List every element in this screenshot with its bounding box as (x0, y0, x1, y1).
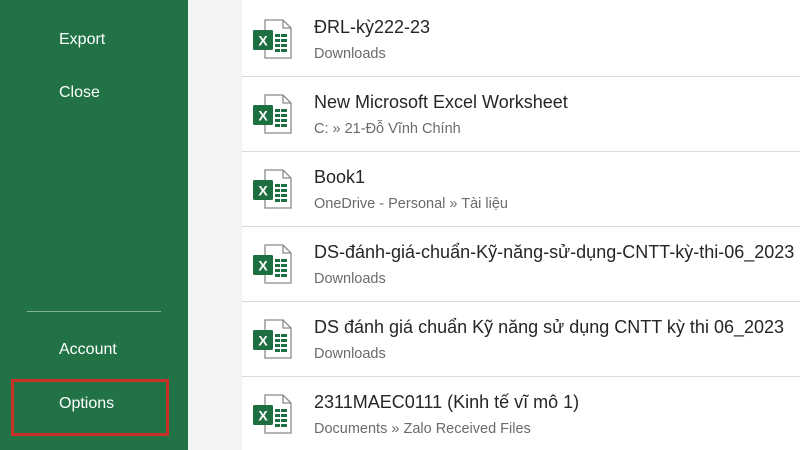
file-path: OneDrive - Personal » Tài liệu (314, 196, 508, 212)
excel-file-icon: X (253, 319, 292, 359)
file-path: Downloads (314, 46, 386, 62)
content-gutter (188, 0, 242, 450)
sidebar-divider (27, 311, 161, 312)
sidebar-item-options[interactable]: Options (0, 387, 188, 421)
file-name: DS-đánh-giá-chuẩn-Kỹ-năng-sử-dụng-CNTT-k… (314, 242, 795, 262)
file-row[interactable]: X 2311MAEC0111 (Kinh tế vĩ mô 1) Documen… (242, 377, 800, 450)
svg-text:X: X (258, 183, 268, 199)
file-path: Downloads (314, 346, 386, 362)
file-row[interactable]: X New Microsoft Excel Worksheet C: » 21-… (242, 77, 800, 152)
file-row[interactable]: X DS đánh giá chuẩn Kỹ năng sử dụng CNTT… (242, 302, 800, 377)
backstage-sidebar: Export Close Account Options (0, 0, 188, 450)
file-name: 2311MAEC0111 (Kinh tế vĩ mô 1) (314, 392, 580, 412)
svg-text:X: X (258, 258, 268, 274)
excel-file-icon: X (253, 94, 292, 134)
svg-text:X: X (258, 408, 268, 424)
file-name: New Microsoft Excel Worksheet (314, 92, 568, 112)
file-path: C: » 21-Đỗ Vĩnh Chính (314, 121, 461, 137)
file-row[interactable]: X DS-đánh-giá-chuẩn-Kỹ-năng-sử-dụng-CNTT… (242, 227, 800, 302)
file-path: Downloads (314, 271, 386, 287)
file-name: ĐRL-kỳ222-23 (314, 17, 431, 37)
file-row[interactable]: X Book1 OneDrive - Personal » Tài liệu (242, 152, 800, 227)
recent-files-list: X ĐRL-kỳ222-23 Downloads X New Microsoft… (242, 0, 800, 450)
excel-file-icon: X (253, 244, 292, 284)
file-name: DS đánh giá chuẩn Kỹ năng sử dụng CNTT k… (314, 317, 785, 337)
svg-text:X: X (258, 108, 268, 124)
svg-text:X: X (258, 33, 268, 49)
sidebar-item-export[interactable]: Export (0, 23, 188, 57)
excel-file-icon: X (253, 394, 292, 434)
excel-file-icon: X (253, 169, 292, 209)
file-row[interactable]: X ĐRL-kỳ222-23 Downloads (242, 2, 800, 77)
file-path: Documents » Zalo Received Files (314, 421, 531, 437)
file-name: Book1 (314, 167, 366, 187)
sidebar-item-account[interactable]: Account (0, 333, 188, 367)
excel-file-icon: X (253, 19, 292, 59)
sidebar-item-close[interactable]: Close (0, 76, 188, 110)
svg-text:X: X (258, 333, 268, 349)
